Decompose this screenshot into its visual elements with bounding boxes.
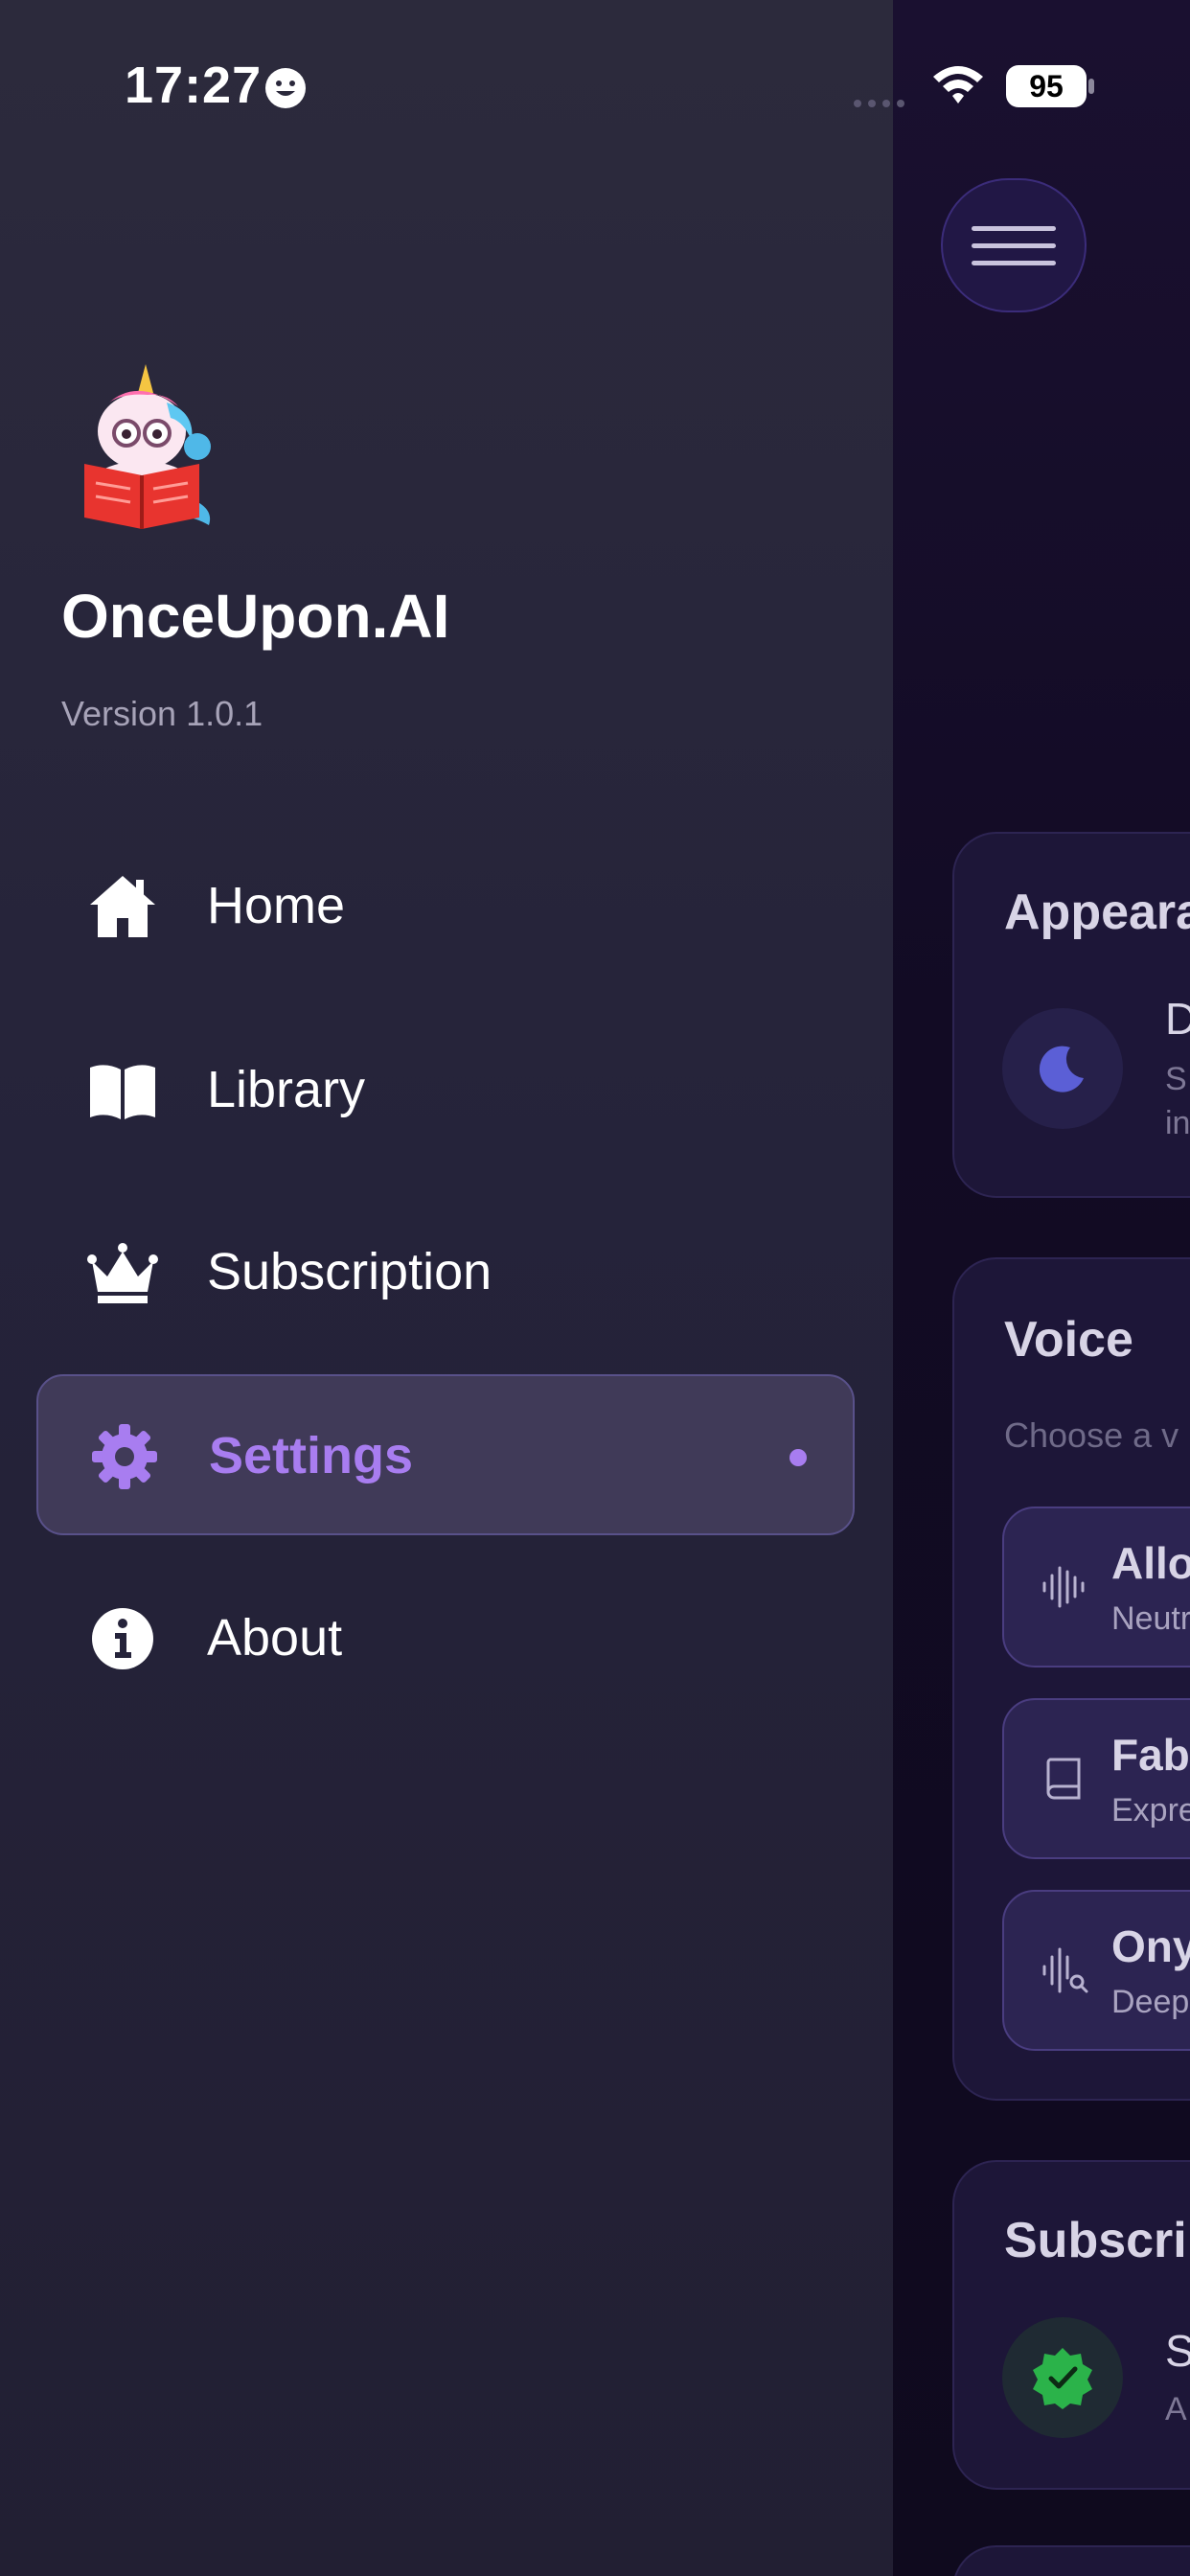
- app-name: OnceUpon.AI: [61, 582, 450, 651]
- voice-title: Voice: [1004, 1312, 1133, 1368]
- voice-option-desc: Deep: [1111, 1984, 1190, 2020]
- voice-option-fable[interactable]: Fabl Expre: [1002, 1698, 1190, 1859]
- gear-icon: [92, 1424, 157, 1489]
- nav-item-label: Library: [207, 1061, 366, 1118]
- unicorn-logo: [84, 364, 211, 529]
- subscription-status-label[interactable]: S: [1165, 2325, 1190, 2377]
- appearance-title: Appeara: [1004, 885, 1190, 940]
- nav-item-label: Settings: [209, 1427, 414, 1484]
- waveform-icon: [1042, 1566, 1085, 1608]
- subscription-title: Subscrip: [1004, 2213, 1190, 2268]
- nav-item-settings[interactable]: Settings: [36, 1374, 855, 1535]
- verified-badge-icon: [1002, 2317, 1123, 2438]
- wifi-icon: [931, 63, 985, 105]
- signal-icon: [853, 96, 910, 107]
- menu-button[interactable]: [941, 178, 1087, 312]
- nav-item-home[interactable]: Home: [36, 826, 855, 987]
- voice-hint: Choose a v: [1004, 1415, 1179, 1455]
- nav-item-label: About: [207, 1609, 343, 1667]
- crown-icon: [87, 1243, 158, 1303]
- subscription-status-desc: A: [1165, 2391, 1187, 2427]
- menu-line-icon: [972, 260, 1056, 265]
- menu-line-icon: [972, 225, 1056, 231]
- dark-mode-desc-2: in: [1165, 1105, 1190, 1141]
- smiley-icon: [265, 68, 306, 108]
- active-indicator-dot: [790, 1449, 807, 1466]
- nav-item-library[interactable]: Library: [36, 1010, 855, 1171]
- voice-option-name: Allo: [1111, 1538, 1190, 1588]
- voice-option-onyx[interactable]: Ony Deep: [1002, 1890, 1190, 2051]
- battery-indicator: 95: [1006, 65, 1087, 107]
- dark-mode-label[interactable]: D: [1165, 993, 1190, 1045]
- side-drawer: 17:27 OnceUpon.AI Version 1.0.1 Home Lib…: [0, 0, 893, 2576]
- subscription-card: Subscrip S A: [952, 2160, 1190, 2490]
- nav-item-about[interactable]: About: [36, 1558, 855, 1719]
- moon-icon: [1002, 1008, 1123, 1129]
- voice-card: Voice Choose a v Allo Neutr Fabl Expre: [952, 1257, 1190, 2101]
- next-card: [952, 2545, 1190, 2576]
- nav-item-label: Subscription: [207, 1243, 492, 1300]
- app-version: Version 1.0.1: [61, 694, 263, 733]
- voice-option-desc: Expre: [1111, 1792, 1190, 1828]
- home-icon: [90, 876, 155, 937]
- voice-option-alloy[interactable]: Allo Neutr: [1002, 1506, 1190, 1668]
- appearance-card: Appeara D S in: [952, 832, 1190, 1198]
- voice-option-name: Ony: [1111, 1921, 1190, 1971]
- book-icon: [90, 1065, 155, 1119]
- voice-option-name: Fabl: [1111, 1730, 1190, 1780]
- battery-level: 95: [1029, 68, 1064, 104]
- book-icon: [1046, 1758, 1081, 1800]
- status-time: 17:27: [125, 57, 263, 114]
- waveform-search-icon: [1042, 1947, 1088, 1993]
- nav-item-subscription[interactable]: Subscription: [36, 1192, 855, 1353]
- nav-item-label: Home: [207, 877, 346, 934]
- dark-mode-desc-1: S: [1165, 1061, 1187, 1097]
- voice-option-desc: Neutr: [1111, 1600, 1190, 1637]
- battery-tip-icon: [1088, 79, 1094, 94]
- info-icon: [92, 1608, 153, 1669]
- menu-line-icon: [972, 242, 1056, 248]
